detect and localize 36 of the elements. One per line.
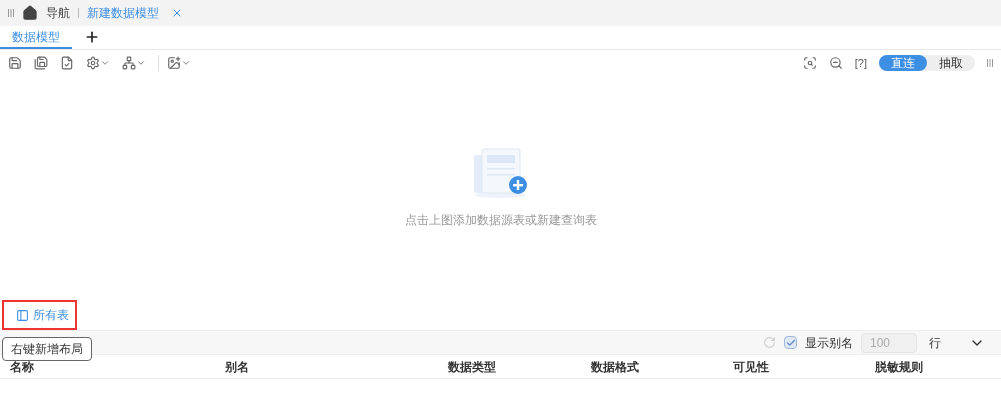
caret-icon[interactable] [100, 58, 110, 68]
column-header: 数据类型 [448, 359, 496, 374]
column-header: 别名 [225, 359, 249, 374]
caret-icon[interactable] [136, 58, 146, 68]
zoom-out-icon[interactable] [828, 56, 843, 70]
close-icon[interactable] [171, 7, 183, 19]
image-add-icon[interactable] [167, 56, 181, 70]
home-icon[interactable] [22, 5, 38, 21]
gear-icon[interactable] [86, 56, 100, 70]
panel-icon [16, 308, 29, 322]
tooltip: 右键新增布局 [2, 337, 92, 361]
caret-icon[interactable] [181, 58, 191, 68]
drag-handle-icon[interactable] [8, 9, 14, 17]
fit-view-icon[interactable] [802, 56, 817, 70]
column-header: 数据格式 [591, 359, 639, 374]
network-icon[interactable] [122, 56, 136, 70]
save-as-icon[interactable] [34, 56, 48, 70]
add-tab-icon[interactable] [84, 29, 100, 45]
all-tables-button[interactable]: 所有表 [2, 300, 77, 330]
row-count-field[interactable]: 100 [861, 332, 917, 353]
mode-option[interactable]: 直连 [879, 55, 927, 71]
help-label[interactable]: [?] [854, 54, 867, 72]
document-tab[interactable]: 新建数据模型 [87, 4, 159, 22]
column-header: 脱敏规则 [875, 359, 923, 374]
check-document-icon[interactable] [60, 56, 74, 70]
show-alias-label: 显示别名 [805, 334, 853, 352]
nav-label[interactable]: 导航 [46, 4, 70, 22]
column-header: 名称 [10, 359, 34, 374]
save-icon[interactable] [8, 56, 22, 70]
empty-state-message: 点击上图添加数据源表或新建查询表 [404, 212, 597, 229]
mode-option[interactable]: 抽取 [927, 55, 975, 71]
show-alias-checkbox[interactable] [784, 336, 797, 349]
column-header: 可见性 [733, 359, 769, 374]
row-unit-label: 行 [929, 334, 941, 352]
model-tab[interactable]: 数据模型 [0, 26, 72, 49]
drag-handle-icon[interactable] [987, 59, 993, 67]
